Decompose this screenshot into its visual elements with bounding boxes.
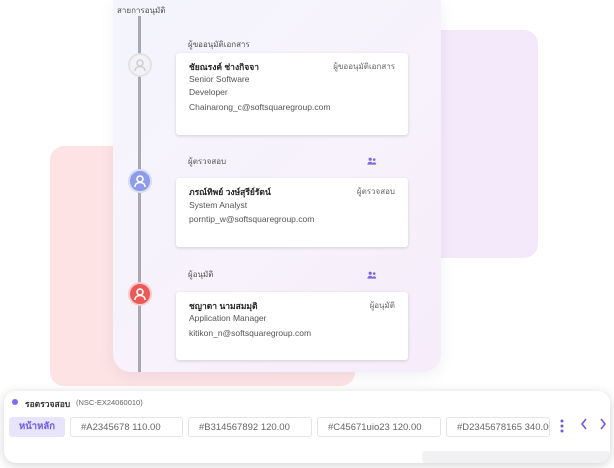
- ref-tab-c[interactable]: #C45671uio23 120.00: [317, 417, 441, 437]
- section-label-approver: ผู้อนุมัติ: [188, 270, 214, 279]
- requester-name: ชัยณรงค์ ช่างกิจจา: [189, 62, 259, 72]
- requester-title-line1: Senior Software: [189, 74, 250, 84]
- approval-flow-panel: สายการอนุมัติ ผู้ขออนุมัติเอกสาร ชัยณรงค…: [113, 0, 441, 372]
- approver-role: ผู้อนุมัติ: [369, 301, 395, 310]
- approver-avatar-icon: [128, 282, 152, 306]
- more-options-kebab-icon[interactable]: [560, 419, 564, 436]
- reviewer-card: ภรณ์ทิพย์ วงษ์สุรีย์รัตน์ ผู้ตรวจสอบ Sys…: [176, 178, 408, 247]
- ref-id: #A2345678: [81, 422, 130, 433]
- document-status-bar: รอตรวจสอบ (NSC-EX24060010) หน้าหลัก #A23…: [4, 391, 610, 463]
- ref-amount: 110.00: [132, 422, 161, 433]
- status-label: รอตรวจสอบ: [25, 399, 71, 409]
- ref-id: #C45671uio23: [328, 422, 390, 433]
- requester-email: Chainarong_c@softsquaregroup.com: [189, 102, 331, 112]
- ref-tab-b[interactable]: #B314567892 120.00: [188, 417, 312, 437]
- ref-amount: 340.00: [524, 422, 549, 433]
- section-label-reviewer: ผู้ตรวจสอบ: [188, 157, 227, 166]
- scroll-left-chevron-left-icon[interactable]: [580, 418, 588, 434]
- approver-title: Application Manager: [189, 313, 267, 323]
- requester-card: ชัยณรงค์ ช่างกิจจา ผู้ขออนุมัติเอกสาร Se…: [176, 53, 408, 135]
- approver-name: ชญาดา นามสมมุติ: [189, 301, 258, 311]
- ref-tab-d[interactable]: #D2345678165 340.00: [446, 417, 550, 437]
- approval-flow-title: สายการอนุมัติ: [117, 6, 166, 15]
- ref-id: #D2345678165: [457, 422, 522, 433]
- scroll-right-chevron-right-icon[interactable]: [599, 418, 607, 434]
- status-dot-icon: [12, 399, 18, 405]
- tab-home[interactable]: หน้าหลัก: [9, 417, 65, 437]
- approver-email: kitikon_n@softsquaregroup.com: [189, 328, 312, 338]
- ref-amount: 120.00: [392, 422, 422, 433]
- reviewer-avatar-icon: [128, 169, 152, 193]
- lower-panel-edge: [422, 451, 610, 463]
- reviewer-people-icon[interactable]: [367, 157, 377, 167]
- approver-card: ชญาดา นามสมมุติ ผู้อนุมัติ Application M…: [176, 292, 408, 360]
- requester-avatar-icon: [128, 53, 152, 77]
- requester-role: ผู้ขออนุมัติเอกสาร: [333, 62, 395, 71]
- document-code: (NSC-EX24060010): [76, 398, 143, 407]
- approver-people-icon[interactable]: [367, 271, 377, 281]
- reviewer-role: ผู้ตรวจสอบ: [356, 187, 395, 196]
- section-label-requester: ผู้ขออนุมัติเอกสาร: [188, 40, 250, 49]
- reviewer-name: ภรณ์ทิพย์ วงษ์สุรีย์รัตน์: [189, 187, 271, 197]
- reviewer-email: porntip_w@softsquaregroup.com: [189, 214, 315, 224]
- requester-title-line2: Developer: [189, 87, 228, 97]
- ref-amount: 120.00: [260, 422, 290, 433]
- ref-tab-a[interactable]: #A2345678 110.00: [70, 417, 183, 437]
- reviewer-title: System Analyst: [189, 200, 248, 210]
- ref-id: #B314567892: [199, 422, 259, 433]
